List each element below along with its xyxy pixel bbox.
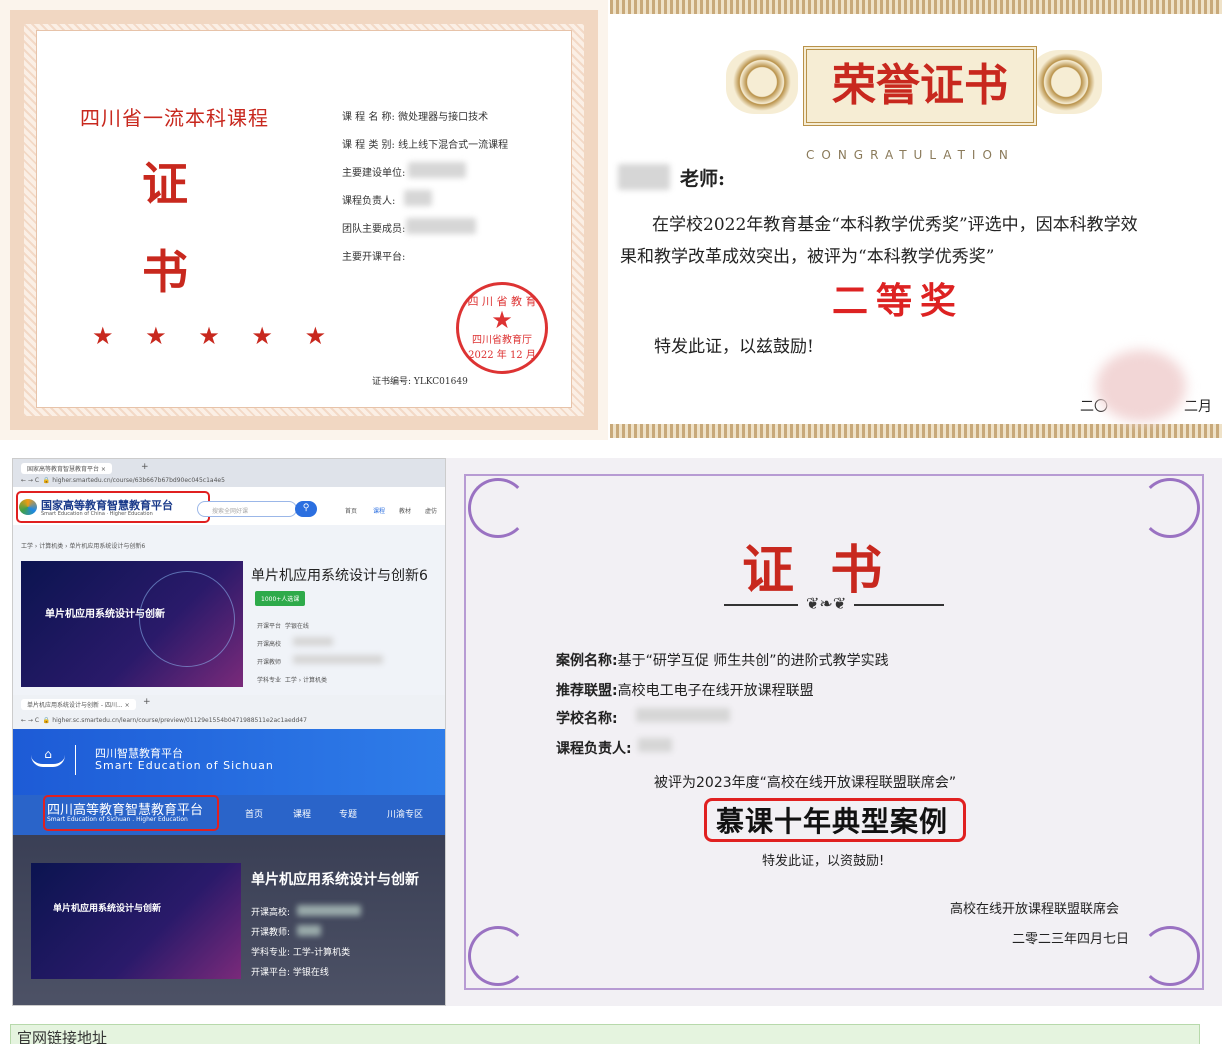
certificate-title: 四川省一流本科课程 [80, 106, 269, 130]
nav-courses[interactable]: 课程 [373, 506, 385, 515]
nav2-home[interactable]: 首页 [245, 807, 263, 820]
course-title-2: 单片机应用系统设计与创新 [251, 872, 419, 888]
redacted-school-2 [297, 905, 361, 916]
redacted-name [618, 164, 670, 190]
congratulation-text: CONGRATULATION [806, 148, 1015, 162]
course1-school: 开课高校 [257, 641, 282, 648]
course1-teacher: 开课教师 [257, 659, 282, 666]
course2-subject: 学科专业: 工学-计算机类 [251, 948, 351, 958]
left-ornament [726, 50, 798, 114]
citation-line-2: 果和教学改革成效突出，被评为“本科教学优秀奖” [620, 247, 995, 267]
mooc-case-certificate: 证 书 ❦❧❦ 案例名称:基于“研学互促 师生共创”的进阶式教学实践 推荐联盟:… [446, 458, 1222, 1006]
official-link-bar: 官网链接地址 [10, 1024, 1200, 1044]
highlight-box-sichuan-platform [43, 795, 219, 831]
redacted-leader [638, 738, 672, 752]
star-rating: ★ ★ ★ ★ ★ [92, 322, 339, 350]
field-platform: 主要开课平台: [342, 252, 406, 263]
nav2-chuanyu[interactable]: 川渝专区 [387, 807, 423, 820]
typical-case-title: 慕课十年典型案例 [716, 805, 949, 838]
search-button[interactable]: ⚲ [295, 501, 317, 517]
redacted-teacher-2 [297, 925, 321, 936]
closing-text: 特发此证，以资鼓励! [762, 854, 885, 869]
award-level: 二等奖 [832, 280, 965, 322]
certificate-title: 证 书 [742, 540, 883, 601]
course2-teacher: 开课教师: [251, 928, 291, 938]
field-builder: 主要建设单位: [342, 168, 406, 179]
field-course-name: 课 程 名 称: 微处理器与接口技术 [342, 112, 489, 123]
top-border-band [610, 0, 1222, 14]
certificate-number: 证书编号: YLKC01649 [372, 377, 468, 387]
redacted-builder [408, 162, 466, 178]
honor-certificate: 荣誉证书 CONGRATULATION 老师: 在学校2022年教育基金“本科教… [610, 0, 1222, 440]
honor-title: 荣誉证书 [803, 46, 1037, 126]
new-tab-icon[interactable]: + [141, 462, 149, 472]
course1-subject: 学科专业 工学 › 计算机类 [257, 677, 328, 684]
nav-home[interactable]: 首页 [345, 506, 357, 515]
official-link-label: 官网链接地址 [17, 1029, 108, 1044]
nav-textbooks[interactable]: 教材 [399, 506, 411, 515]
recommending-alliance: 推荐联盟:高校电工电子在线开放课程联盟 [556, 683, 814, 699]
browser-tab-1[interactable]: 国家高等教育智慧教育平台 × [21, 463, 112, 474]
address-bar-1[interactable]: ← → C 🔒 higher.smartedu.cn/course/63b667… [21, 477, 225, 484]
school-name: 学校名称: [556, 711, 618, 727]
sichuan-logo-en: Smart Education of Sichuan [95, 759, 274, 772]
bottom-border-band [610, 424, 1222, 438]
redacted-school [636, 708, 730, 722]
award-line: 被评为2023年度“高校在线开放课程联盟联席会” [654, 775, 957, 791]
provincial-course-certificate: 四川省一流本科课程 证 书 ★ ★ ★ ★ ★ 课 程 名 称: 微处理器与接口… [0, 0, 608, 440]
course1-platform: 开课平台 学银在线 [257, 623, 309, 630]
certificate-char-shu: 书 [142, 245, 188, 299]
redacted-seal [1096, 350, 1186, 422]
highlight-box-national-platform [16, 491, 210, 523]
redacted-school-1 [293, 637, 333, 646]
case-name: 案例名称:基于“研学互促 师生共创”的进阶式教学实践 [556, 653, 889, 669]
enrollment-badge: 1000+人选课 [255, 591, 306, 606]
field-course-type: 课 程 类 别: 线上线下混合式一流课程 [342, 140, 509, 151]
logo-divider [75, 745, 76, 775]
corner-ornament-br [1140, 926, 1200, 986]
course-title-1: 单片机应用系统设计与创新6 [251, 568, 428, 584]
course-thumbnail-1[interactable]: 单片机应用系统设计与创新 [21, 561, 243, 687]
nav2-topics[interactable]: 专题 [339, 807, 357, 820]
new-tab-icon-2[interactable]: + [143, 697, 151, 707]
official-seal: 四 川 省 教 育 ★ 四川省教育厅 2022 年 12 月 [456, 282, 548, 374]
issue-date: 二零二三年四月七日 [1012, 932, 1130, 947]
corner-ornament-tr [1140, 478, 1200, 538]
sichuan-logo-icon: ⌂ [31, 747, 65, 767]
browser-tab-2[interactable]: 单片机应用系统设计与创新 - 四川... × [21, 699, 136, 710]
addressee: 老师: [680, 168, 726, 190]
redacted-members [406, 218, 476, 234]
breadcrumb[interactable]: 工学 › 计算机类 › 单片机应用系统设计与创新6 [21, 541, 145, 550]
divider-ornament: ❦❧❦ [798, 594, 855, 613]
nav-virtual[interactable]: 虚仿 [425, 506, 437, 515]
redacted-teacher-1 [293, 655, 383, 664]
right-ornament [1030, 50, 1102, 114]
course2-school: 开课高校: [251, 908, 291, 918]
course2-platform: 开课平台: 学银在线 [251, 968, 329, 978]
issuer: 高校在线开放课程联盟联席会 [950, 902, 1120, 917]
nav2-courses[interactable]: 课程 [293, 807, 311, 820]
field-members: 团队主要成员: [342, 224, 406, 235]
search-input[interactable]: 搜索全网好课 [197, 501, 297, 517]
course-leader: 课程负责人: [556, 741, 632, 757]
citation-line-1: 在学校2022年教育基金“本科教学优秀奖”评选中，因本科教学效 [652, 215, 1138, 235]
platform-screenshots: 国家高等教育智慧教育平台 × + ← → C 🔒 higher.smartedu… [12, 458, 446, 1006]
certificate-char-zheng: 证 [142, 157, 188, 211]
redacted-leader [404, 190, 432, 206]
course-thumbnail-2[interactable]: 单片机应用系统设计与创新 [31, 863, 241, 979]
corner-ornament-bl [468, 926, 528, 986]
field-leader: 课程负责人: [342, 196, 396, 207]
corner-ornament-tl [468, 478, 528, 538]
closing-text: 特发此证，以兹鼓励! [654, 337, 814, 357]
date-right: 二月 [1184, 399, 1212, 415]
address-bar-2[interactable]: ← → C 🔒 higher.sc.smartedu.cn/learn/cour… [21, 717, 307, 724]
